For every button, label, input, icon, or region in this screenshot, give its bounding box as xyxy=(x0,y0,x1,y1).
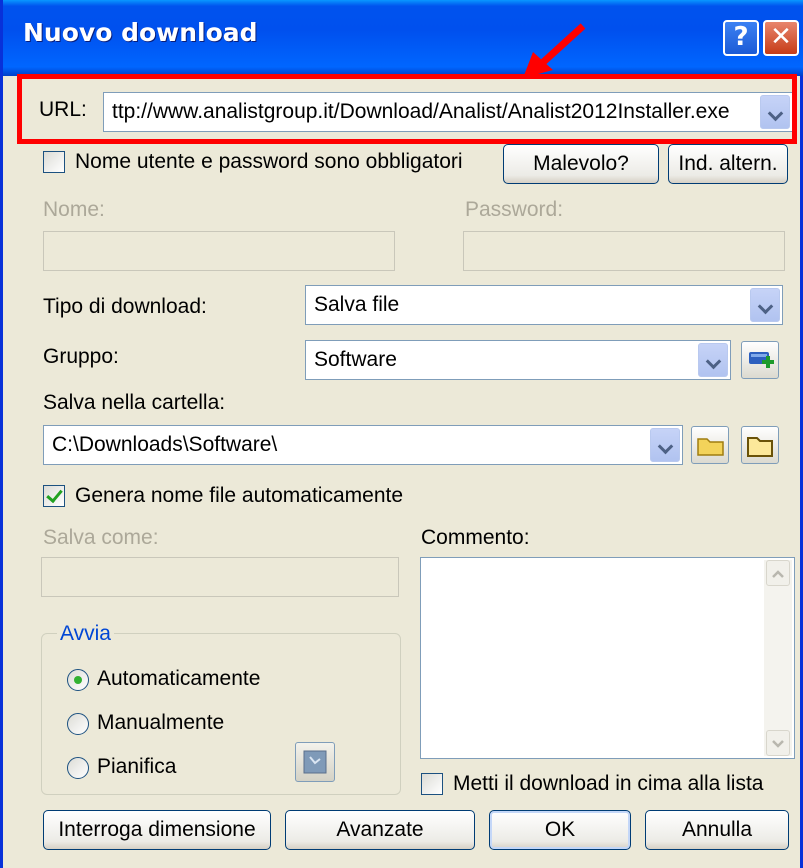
alternate-address-button[interactable]: Ind. altern. xyxy=(668,144,788,184)
folder-icon xyxy=(697,438,724,456)
comment-textarea[interactable] xyxy=(420,557,795,759)
save-folder-label: Salva nella cartella: xyxy=(43,391,226,414)
radio-manually-label: Manualmente xyxy=(97,711,225,734)
add-group-icon xyxy=(749,352,774,368)
title-bar[interactable]: Nuovo download ? ✕ xyxy=(3,0,803,76)
close-button[interactable]: ✕ xyxy=(763,20,799,56)
start-legend: Avvia xyxy=(57,622,114,646)
scroll-up-arrow[interactable] xyxy=(766,560,790,586)
radio-schedule[interactable] xyxy=(67,757,89,779)
save-folder-value: C:\Downloads\Software\ xyxy=(52,433,278,456)
auth-required-label: Nome utente e password sono obbligatori xyxy=(75,150,463,173)
auto-name-checkbox[interactable] xyxy=(43,485,65,507)
chevron-up-icon xyxy=(772,570,784,578)
comment-label: Commento: xyxy=(421,526,530,549)
save-as-label: Salva come: xyxy=(43,526,159,549)
chevron-down-icon xyxy=(772,740,784,748)
group-label: Gruppo: xyxy=(43,345,119,368)
save-folder-dropdown-arrow[interactable] xyxy=(650,428,680,462)
top-of-list-label: Metti il download in cima alla lista xyxy=(453,772,764,795)
question-mark-icon: ? xyxy=(733,22,749,52)
ok-button[interactable]: OK xyxy=(489,810,631,850)
download-type-label: Tipo di download: xyxy=(43,295,207,318)
open-folder-button[interactable] xyxy=(741,426,779,464)
password-field[interactable] xyxy=(463,231,785,271)
malevolo-button[interactable]: Malevolo? xyxy=(503,144,659,184)
group-value: Software xyxy=(314,348,397,371)
auth-required-checkbox[interactable] xyxy=(43,151,65,173)
radio-automatically-label: Automaticamente xyxy=(97,667,261,690)
download-type-value: Salva file xyxy=(314,293,400,316)
browse-folder-button[interactable] xyxy=(691,426,729,464)
open-folder-icon xyxy=(747,437,773,457)
clock-icon xyxy=(303,750,327,774)
new-download-dialog: Nuovo download ? ✕ URL: ttp://www.analis… xyxy=(0,0,803,868)
window-title: Nuovo download xyxy=(23,18,258,47)
help-button[interactable]: ? xyxy=(723,20,759,56)
radio-manually[interactable] xyxy=(67,713,89,735)
scroll-down-arrow[interactable] xyxy=(766,730,790,756)
cancel-button[interactable]: Annulla xyxy=(645,810,789,850)
schedule-button[interactable] xyxy=(295,742,335,782)
add-group-button[interactable] xyxy=(741,341,779,379)
name-field[interactable] xyxy=(43,231,395,271)
advanced-button[interactable]: Avanzate xyxy=(285,810,475,850)
url-highlight-box xyxy=(17,74,797,144)
group-dropdown-arrow[interactable] xyxy=(698,343,728,377)
red-arrow-annotation xyxy=(523,23,586,78)
name-label: Nome: xyxy=(43,198,105,221)
auto-name-label: Genera nome file automaticamente xyxy=(75,484,404,507)
radio-automatically[interactable] xyxy=(67,669,89,691)
download-type-dropdown-arrow[interactable] xyxy=(750,288,780,322)
password-label: Password: xyxy=(465,198,564,221)
group-select[interactable]: Software xyxy=(305,340,731,380)
query-size-button[interactable]: Interroga dimensione xyxy=(43,810,271,850)
download-type-select[interactable]: Salva file xyxy=(305,285,783,325)
save-as-field[interactable] xyxy=(41,557,399,597)
radio-schedule-label: Pianifica xyxy=(97,755,177,778)
comment-scrollbar[interactable] xyxy=(764,560,792,756)
close-icon: ✕ xyxy=(770,22,792,52)
save-folder-combobox[interactable]: C:\Downloads\Software\ xyxy=(43,425,683,465)
top-of-list-checkbox[interactable] xyxy=(421,773,443,795)
